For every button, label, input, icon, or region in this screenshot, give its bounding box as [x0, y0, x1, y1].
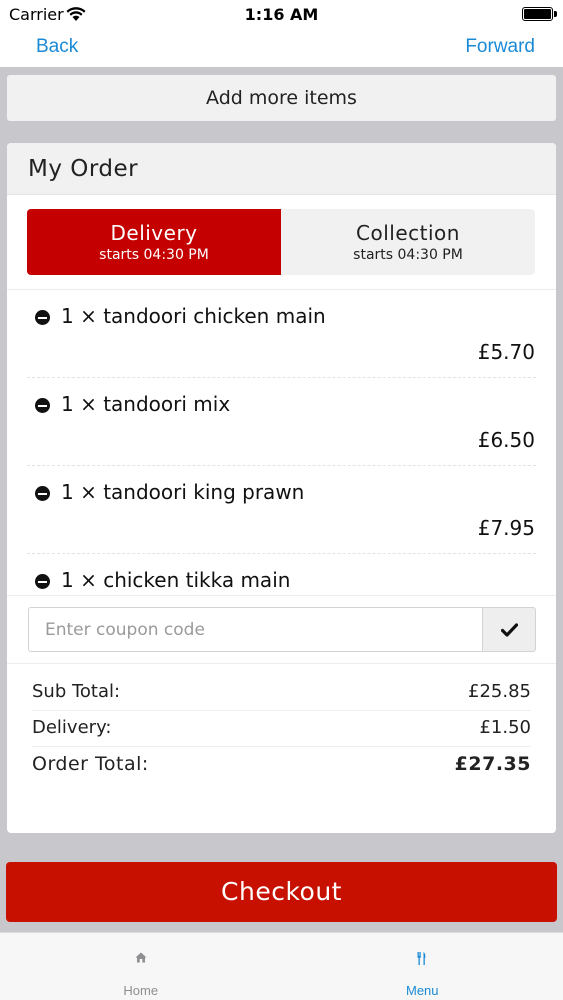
tab-menu[interactable]: Menu	[282, 933, 563, 1000]
tab-menu-label: Menu	[405, 983, 439, 998]
order-item-price: £6.50	[477, 428, 535, 452]
order-item: 1 × tandoori chicken main £5.70	[27, 290, 536, 378]
order-total-label: Order Total:	[32, 753, 149, 775]
order-item-price: £7.95	[477, 516, 535, 540]
fulfilment-toggle: Delivery starts 04:30 PM Collection star…	[27, 209, 535, 275]
add-more-items-button[interactable]: Add more items	[7, 75, 556, 121]
coupon-code-input[interactable]	[28, 607, 483, 652]
tab-home-label: Home	[123, 983, 159, 998]
order-item-name: 1 × tandoori mix	[61, 392, 231, 416]
sub-total-value: £25.85	[468, 681, 531, 702]
sub-total-row: Sub Total: £25.85	[32, 675, 531, 711]
clock: 1:16 AM	[244, 5, 319, 24]
order-item: 1 × tandoori mix £6.50	[27, 378, 536, 466]
collection-option-label: Collection	[356, 221, 460, 245]
apply-coupon-button[interactable]	[482, 607, 536, 652]
order-total-row: Order Total: £27.35	[32, 747, 531, 783]
coupon-row	[7, 595, 556, 664]
delivery-fee-row: Delivery: £1.50	[32, 711, 531, 747]
delivery-option-time: starts 04:30 PM	[99, 247, 209, 263]
top-bar: Carrier 1:16 AM Back Forward	[0, 0, 563, 67]
order-item-price: £5.70	[477, 340, 535, 364]
delivery-fee-value: £1.50	[479, 717, 531, 738]
delivery-option[interactable]: Delivery starts 04:30 PM	[27, 209, 281, 275]
order-item: 1 × tandoori king prawn £7.95	[27, 466, 536, 554]
order-title: My Order	[7, 143, 556, 195]
delivery-fee-label: Delivery:	[32, 717, 112, 738]
remove-item-icon[interactable]	[35, 574, 50, 589]
home-icon	[135, 952, 147, 963]
order-item-name: 1 × tandoori king prawn	[61, 480, 305, 504]
checkout-button[interactable]: Checkout	[6, 862, 557, 922]
forward-button[interactable]: Forward	[465, 36, 535, 58]
sub-total-label: Sub Total:	[32, 681, 121, 702]
tab-bar: Home Menu	[0, 932, 563, 1000]
order-item: 1 × chicken tikka main	[27, 554, 536, 595]
order-card: My Order Delivery starts 04:30 PM Collec…	[7, 143, 556, 833]
order-item-name: 1 × tandoori chicken main	[61, 304, 326, 328]
remove-item-icon[interactable]	[35, 398, 50, 413]
checkmark-icon	[500, 622, 518, 637]
order-items-list[interactable]: 1 × tandoori chicken main £5.70 1 × tand…	[7, 289, 556, 595]
status-bar: Carrier 1:16 AM	[0, 0, 563, 30]
order-totals: Sub Total: £25.85 Delivery: £1.50 Order …	[32, 675, 531, 783]
battery-icon	[522, 7, 557, 21]
delivery-option-label: Delivery	[110, 221, 198, 245]
cutlery-icon	[417, 952, 426, 965]
collection-option-time: starts 04:30 PM	[353, 247, 463, 263]
remove-item-icon[interactable]	[35, 486, 50, 501]
collection-option[interactable]: Collection starts 04:30 PM	[281, 209, 535, 275]
order-item-name: 1 × chicken tikka main	[61, 568, 291, 592]
remove-item-icon[interactable]	[35, 310, 50, 325]
back-button[interactable]: Back	[36, 36, 78, 58]
tab-home[interactable]: Home	[0, 933, 282, 1000]
order-total-value: £27.35	[454, 753, 531, 775]
